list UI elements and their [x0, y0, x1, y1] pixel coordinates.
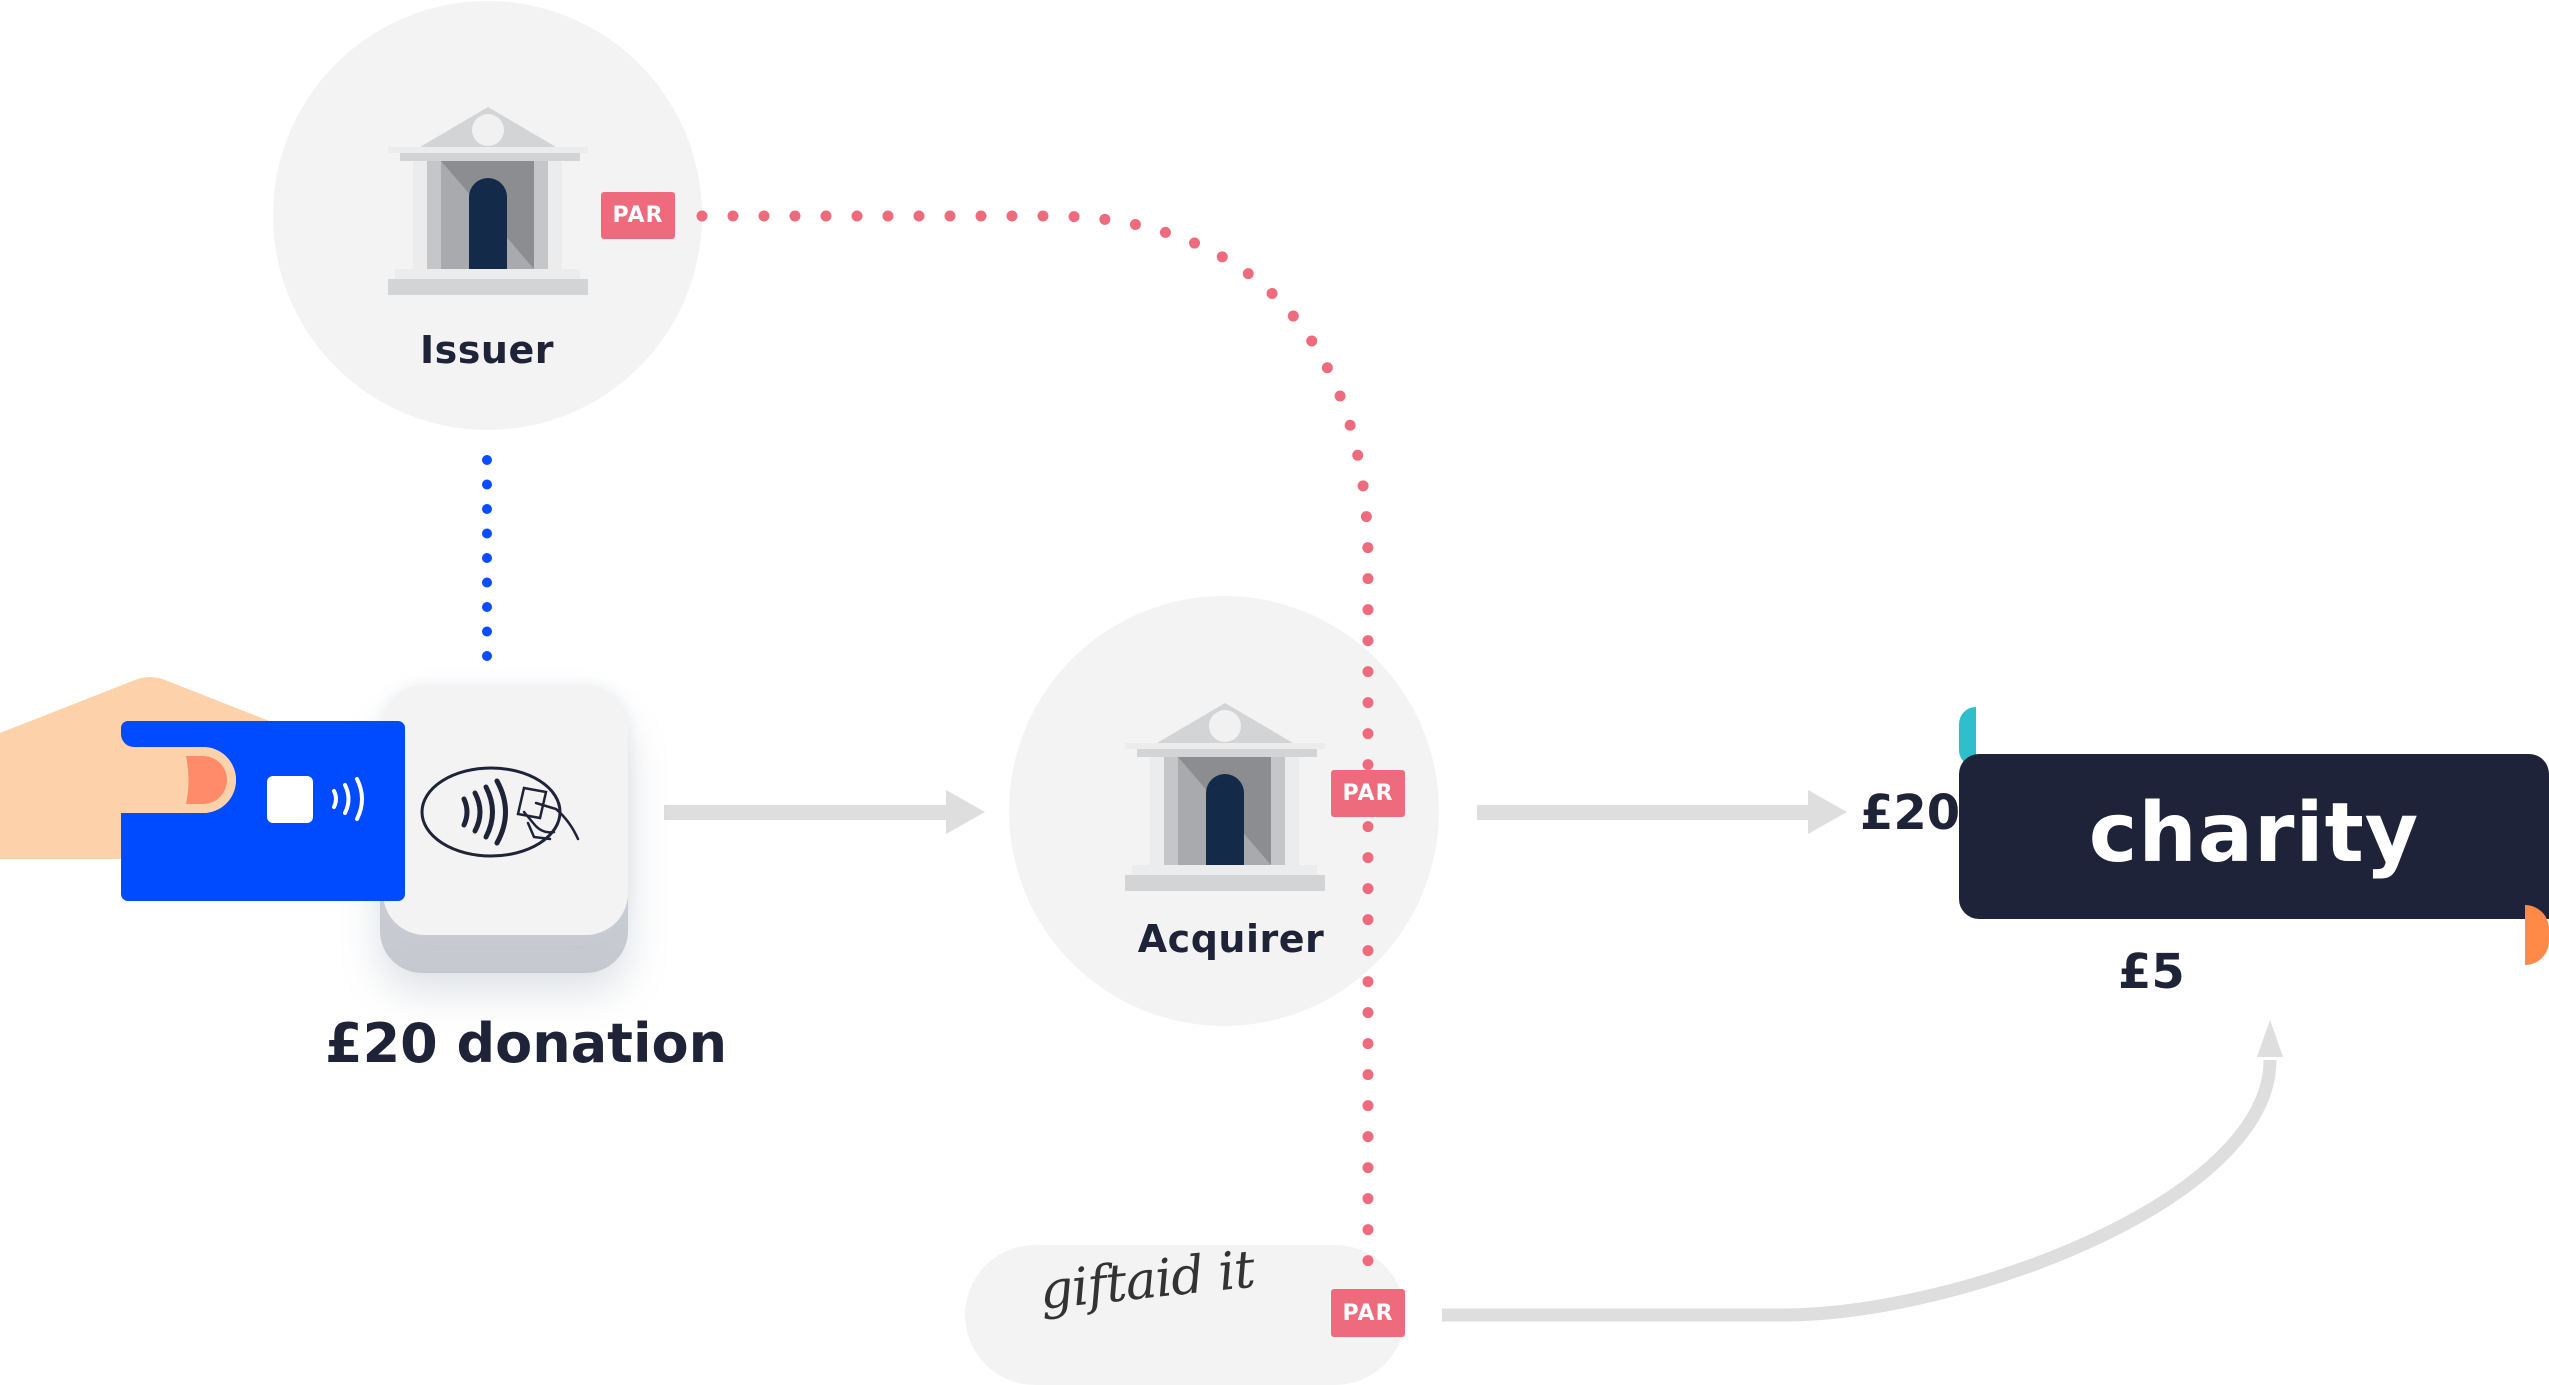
arrow-acquirer-to-charity — [1477, 790, 1847, 834]
acquirer-par-badge: PAR — [1331, 770, 1405, 817]
hand-holding-card — [0, 677, 405, 901]
card-chip — [267, 776, 313, 823]
contactless-payment-icon — [420, 766, 580, 858]
par-dotted-path — [696, 210, 1374, 1274]
gift-aid-amount-label: £5 — [2118, 944, 2185, 1000]
arrow-giftaid-to-charity — [1442, 1020, 2283, 1322]
amount-to-charity-label: £20 — [1860, 785, 1961, 841]
charity-label: charity — [2088, 786, 2420, 881]
arrow-terminal-to-acquirer — [664, 790, 985, 834]
donation-label: £20 donation — [325, 1012, 728, 1075]
charity-node: charity — [1959, 754, 2549, 919]
giftaid-par-badge: PAR — [1331, 1289, 1405, 1337]
